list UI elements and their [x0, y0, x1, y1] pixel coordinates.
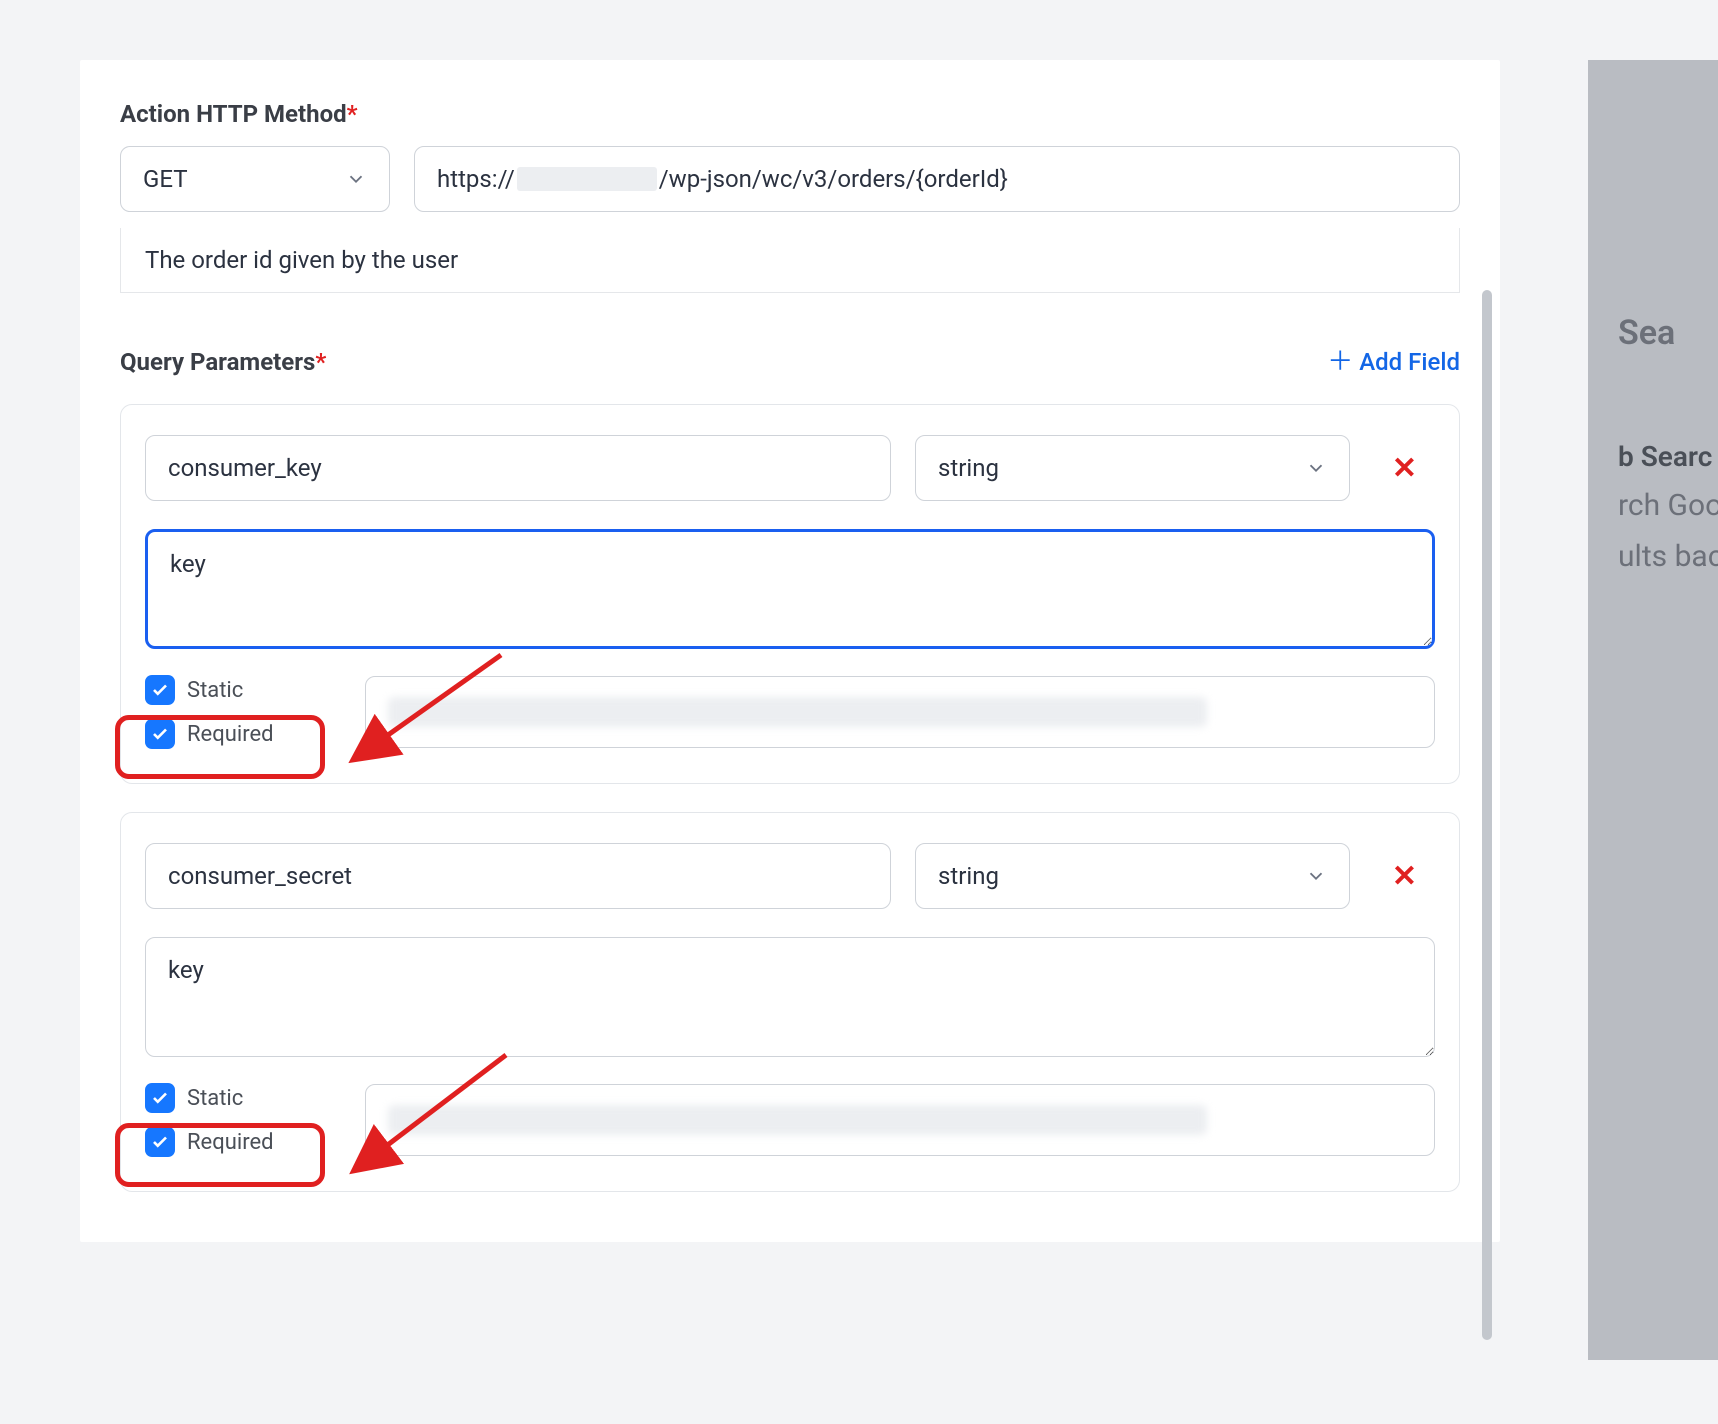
endpoint-url-input[interactable]: https:// /wp-json/wc/v3/orders/{orderId}	[414, 146, 1460, 212]
param-static-value-input[interactable]	[365, 1084, 1435, 1156]
value-masked	[388, 697, 1207, 727]
param-type-select[interactable]: string	[915, 843, 1350, 909]
param-static-value-input[interactable]	[365, 676, 1435, 748]
required-checkbox[interactable]	[145, 1127, 175, 1157]
url-host-masked	[517, 167, 657, 191]
endpoint-description-value: The order id given by the user	[145, 246, 458, 274]
query-param-card: consumer_key string ✕ St	[120, 404, 1460, 784]
url-suffix: /wp-json/wc/v3/orders/{orderId}	[659, 165, 1008, 193]
background-right-strip: Sea b Searc rch Goo ults back	[1588, 60, 1718, 1360]
panel-scrollbar[interactable]	[1482, 290, 1492, 1340]
http-method-select[interactable]: GET	[120, 146, 390, 212]
chevron-down-icon	[1305, 457, 1327, 479]
chevron-down-icon	[1305, 865, 1327, 887]
static-checkbox-label: Static	[187, 1086, 243, 1111]
required-checkbox-label: Required	[187, 1130, 274, 1155]
query-param-card: consumer_secret string ✕	[120, 812, 1460, 1192]
bg-text-rchgoo: rch Goo	[1618, 480, 1718, 531]
value-masked	[388, 1105, 1207, 1135]
required-star: *	[315, 348, 326, 376]
param-description-input[interactable]	[145, 937, 1435, 1057]
param-name-input[interactable]: consumer_key	[145, 435, 891, 501]
url-prefix: https://	[437, 165, 515, 193]
add-field-button[interactable]: ＋ Add Field	[1327, 348, 1460, 376]
bg-text-bsearch: b Searc	[1618, 433, 1718, 481]
bg-text-ultsback: ults back	[1618, 531, 1718, 582]
param-name-input[interactable]: consumer_secret	[145, 843, 891, 909]
query-params-label: Query Parameters*	[120, 348, 326, 376]
action-config-panel: Action HTTP Method* GET https:// /wp-jso…	[80, 60, 1500, 1242]
delete-param-button[interactable]: ✕	[1374, 859, 1435, 894]
static-checkbox[interactable]	[145, 675, 175, 705]
endpoint-description-input[interactable]: The order id given by the user	[120, 228, 1460, 293]
bg-text-sea: Sea	[1618, 305, 1718, 363]
chevron-down-icon	[345, 168, 367, 190]
required-checkbox-label: Required	[187, 722, 274, 747]
http-method-value: GET	[143, 165, 188, 193]
required-checkbox[interactable]	[145, 719, 175, 749]
plus-icon: ＋	[1327, 349, 1353, 375]
param-type-select[interactable]: string	[915, 435, 1350, 501]
static-checkbox-label: Static	[187, 678, 243, 703]
http-method-label: Action HTTP Method*	[120, 100, 1460, 128]
static-checkbox[interactable]	[145, 1083, 175, 1113]
param-description-input[interactable]	[145, 529, 1435, 649]
delete-param-button[interactable]: ✕	[1374, 451, 1435, 486]
required-star: *	[347, 100, 358, 128]
add-field-label: Add Field	[1359, 348, 1460, 376]
